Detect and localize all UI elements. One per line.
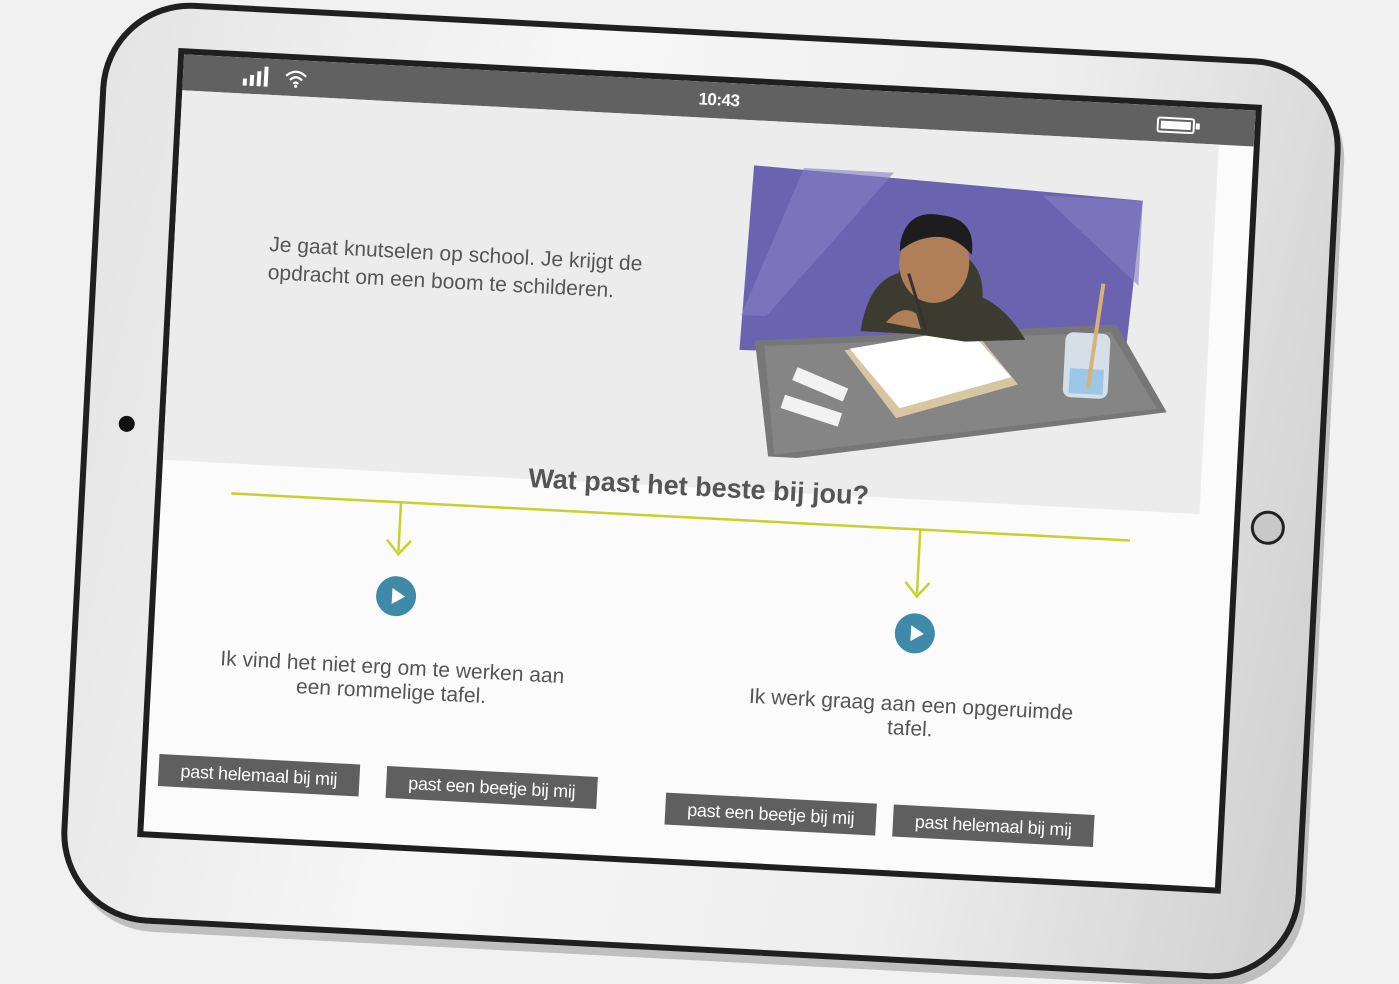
status-time: 10:43 xyxy=(698,89,740,111)
play-button-choice-1[interactable] xyxy=(375,575,418,618)
battery-icon xyxy=(1156,116,1196,135)
play-icon xyxy=(909,625,924,642)
scene: 10:43 Je gaat knutselen op school. Je kr… xyxy=(0,0,1399,984)
choice-2-somewhat-fits-button[interactable]: past een beetje bij mij xyxy=(664,792,878,836)
choice-1: Ik vind het niet erg om te werken aan ee… xyxy=(211,567,577,714)
wifi-icon xyxy=(284,68,309,89)
tablet-frame: 10:43 Je gaat knutselen op school. Je kr… xyxy=(56,0,1346,984)
play-button-choice-2[interactable] xyxy=(893,612,936,655)
child-painting-illustration xyxy=(739,165,1167,462)
screen-content: 10:43 Je gaat knutselen op school. Je kr… xyxy=(143,54,1256,888)
intro-text: Je gaat knutselen op school. Je krijgt d… xyxy=(267,233,643,303)
choice-1-somewhat-fits-button[interactable]: past een beetje bij mij xyxy=(385,765,599,809)
choice-2-text: Ik werk graag aan een opgeruimde tafel. xyxy=(748,684,1074,742)
choice-2-fully-fits-button[interactable]: past helemaal bij mij xyxy=(892,804,1095,847)
choice-1-text: Ik vind het niet erg om te werken aan ee… xyxy=(219,647,565,709)
choice-2: Ik werk graag aan een opgeruimde tafel. xyxy=(729,604,1095,751)
play-icon xyxy=(391,587,405,605)
connectivity-indicators xyxy=(242,65,309,89)
front-camera xyxy=(118,415,136,433)
choice-1-fully-fits-button[interactable]: past helemaal bij mij xyxy=(157,754,360,797)
intro-panel: Je gaat knutselen op school. Je krijgt d… xyxy=(162,90,1219,515)
tablet-screen: 10:43 Je gaat knutselen op school. Je kr… xyxy=(137,48,1262,894)
home-button[interactable] xyxy=(1249,509,1286,546)
signal-icon xyxy=(242,65,269,87)
